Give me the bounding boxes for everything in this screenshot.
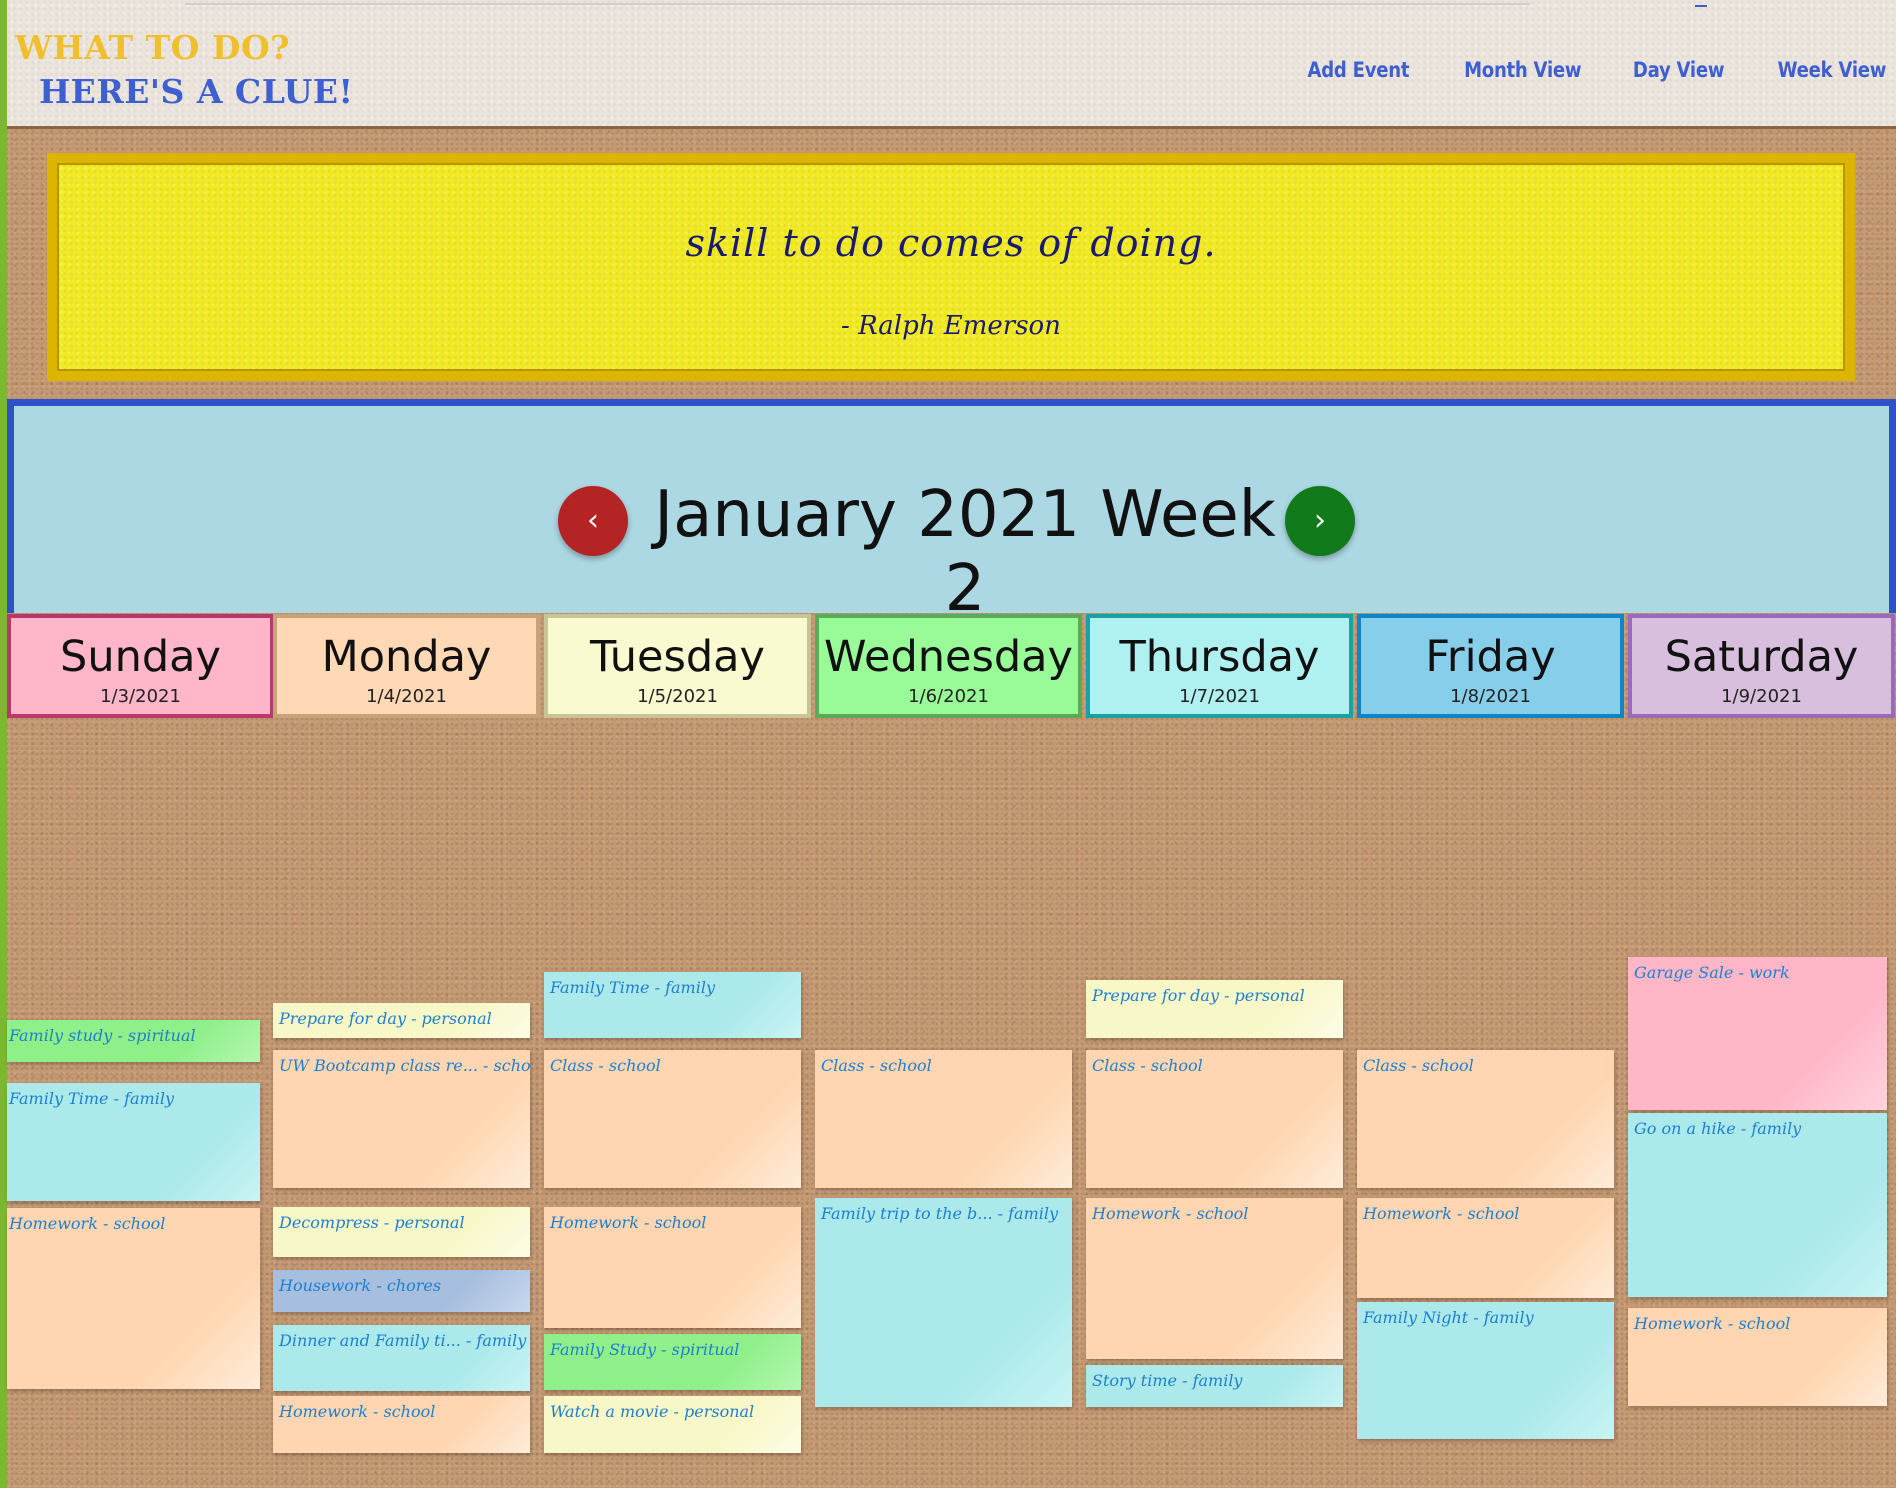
event-label: Family Study - spiritual <box>550 1340 740 1359</box>
event-note[interactable]: Family Time - family <box>7 1083 260 1201</box>
event-note[interactable]: Homework - school <box>273 1396 530 1453</box>
app-header: WHAT TO DO? HERE'S A CLUE! Add Event Mon… <box>7 0 1896 129</box>
event-note[interactable]: Housework - chores <box>273 1270 530 1312</box>
day-name: Monday <box>321 632 492 682</box>
event-note[interactable]: Class - school <box>815 1050 1072 1188</box>
event-label: Homework - school <box>550 1213 707 1232</box>
event-note[interactable]: Family study - spiritual <box>7 1020 260 1062</box>
event-note[interactable]: Dinner and Family ti... - family <box>273 1325 530 1391</box>
left-accent-bar <box>0 0 7 1488</box>
logo-line-2: HERE'S A CLUE! <box>39 72 354 111</box>
day-date: 1/4/2021 <box>366 686 447 707</box>
event-label: Family Time - family <box>550 978 715 997</box>
next-week-button[interactable]: › <box>1285 486 1355 556</box>
event-label: Prepare for day - personal <box>1092 986 1305 1005</box>
day-header-monday[interactable]: Monday 1/4/2021 <box>273 614 540 718</box>
day-date: 1/9/2021 <box>1721 686 1802 707</box>
event-note[interactable]: Decompress - personal <box>273 1207 530 1257</box>
event-note[interactable]: Watch a movie - personal <box>544 1396 801 1453</box>
event-label: Homework - school <box>279 1402 436 1421</box>
event-note[interactable]: Family Study - spiritual <box>544 1334 801 1390</box>
event-label: Garage Sale - work <box>1634 963 1790 982</box>
day-header-tuesday[interactable]: Tuesday 1/5/2021 <box>544 614 811 718</box>
day-date: 1/8/2021 <box>1450 686 1531 707</box>
event-note[interactable]: Family trip to the b... - family <box>815 1198 1072 1407</box>
day-name: Wednesday <box>824 632 1073 682</box>
event-note[interactable]: Class - school <box>1086 1050 1343 1188</box>
event-note[interactable]: Homework - school <box>544 1207 801 1328</box>
event-note[interactable]: Homework - school <box>1628 1308 1887 1406</box>
event-label: UW Bootcamp class re... - school <box>279 1056 530 1075</box>
event-note[interactable]: Homework - school <box>1086 1198 1343 1359</box>
event-label: Family Time - family <box>9 1089 174 1108</box>
day-date: 1/7/2021 <box>1179 686 1260 707</box>
day-header-wednesday[interactable]: Wednesday 1/6/2021 <box>815 614 1082 718</box>
event-label: Watch a movie - personal <box>550 1402 755 1421</box>
day-header-thursday[interactable]: Thursday 1/7/2021 <box>1086 614 1353 718</box>
event-label: Class - school <box>1363 1056 1474 1075</box>
day-name: Saturday <box>1664 632 1859 682</box>
day-header-sunday[interactable]: Sunday 1/3/2021 <box>7 614 274 718</box>
event-label: Class - school <box>550 1056 661 1075</box>
nav-add-event[interactable]: Add Event <box>1308 58 1410 82</box>
event-note[interactable]: Prepare for day - personal <box>273 1003 530 1038</box>
event-label: Dinner and Family ti... - family <box>279 1331 527 1350</box>
event-note[interactable]: Homework - school <box>1357 1198 1614 1298</box>
event-note[interactable]: Family Time - family <box>544 972 801 1038</box>
event-note[interactable]: Go on a hike - family <box>1628 1113 1887 1297</box>
logo-line-1: WHAT TO DO? <box>15 28 291 67</box>
nav-day-view[interactable]: Day View <box>1632 58 1724 82</box>
previous-week-button[interactable]: ‹ <box>558 486 628 556</box>
event-label: Homework - school <box>1363 1204 1520 1223</box>
nav-week-view[interactable]: Week View <box>1777 58 1886 82</box>
event-note[interactable]: UW Bootcamp class re... - school <box>273 1050 530 1188</box>
quote-text: skill to do comes of doing. <box>685 221 1217 265</box>
top-dash <box>1695 5 1707 7</box>
week-title: January 2021 Week 2 <box>654 478 1276 626</box>
event-label: Housework - chores <box>279 1276 442 1295</box>
day-name: Thursday <box>1119 632 1320 682</box>
nav-month-view[interactable]: Month View <box>1464 58 1581 82</box>
event-label: Class - school <box>821 1056 932 1075</box>
quote-author: - Ralph Emerson <box>841 311 1061 341</box>
day-name: Sunday <box>60 632 221 682</box>
day-date: 1/3/2021 <box>100 686 181 707</box>
event-label: Family study - spiritual <box>9 1026 196 1045</box>
main-nav: Add Event Month View Day View Week View <box>1291 58 1887 82</box>
event-label: Go on a hike - family <box>1634 1119 1802 1138</box>
event-note[interactable]: Story time - family <box>1086 1365 1343 1407</box>
event-note[interactable]: Family Night - family <box>1357 1302 1614 1439</box>
event-label: Family Night - family <box>1363 1308 1534 1327</box>
day-date: 1/5/2021 <box>637 686 718 707</box>
event-label: Family trip to the b... - family <box>821 1204 1059 1223</box>
day-date: 1/6/2021 <box>908 686 989 707</box>
event-note[interactable]: Homework - school <box>7 1208 260 1389</box>
week-navigation: ‹ January 2021 Week 2 › <box>7 399 1896 626</box>
event-note[interactable]: Class - school <box>544 1050 801 1188</box>
event-note[interactable]: Class - school <box>1357 1050 1614 1188</box>
event-note[interactable]: Garage Sale - work <box>1628 957 1887 1110</box>
day-name: Friday <box>1425 632 1556 682</box>
day-header-friday[interactable]: Friday 1/8/2021 <box>1357 614 1624 718</box>
day-name: Tuesday <box>590 632 765 682</box>
event-label: Story time - family <box>1092 1371 1243 1390</box>
event-label: Homework - school <box>9 1214 166 1233</box>
event-label: Class - school <box>1092 1056 1203 1075</box>
event-label: Homework - school <box>1092 1204 1249 1223</box>
event-note[interactable]: Prepare for day - personal <box>1086 980 1343 1038</box>
event-label: Decompress - personal <box>279 1213 465 1232</box>
event-label: Prepare for day - personal <box>279 1009 492 1028</box>
day-header-saturday[interactable]: Saturday 1/9/2021 <box>1628 614 1895 718</box>
top-divider <box>185 3 1530 5</box>
quote-box: skill to do comes of doing. - Ralph Emer… <box>47 153 1855 381</box>
event-label: Homework - school <box>1634 1314 1791 1333</box>
